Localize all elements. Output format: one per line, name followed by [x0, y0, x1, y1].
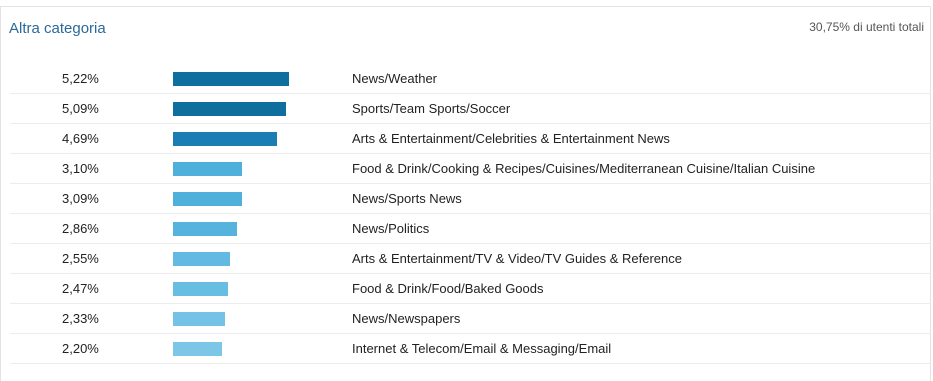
- bar: [173, 72, 289, 86]
- category-label: Internet & Telecom/Email & Messaging/Ema…: [352, 341, 612, 356]
- table-row: 5,09% Sports/Team Sports/Soccer: [10, 94, 931, 124]
- bar-track: [173, 102, 323, 116]
- category-label: News/Newspapers: [352, 311, 461, 326]
- total-users-label: 30,75% di utenti totali: [809, 20, 924, 34]
- value-label: 2,20%: [62, 341, 99, 356]
- table-row: 2,86% News/Politics: [10, 214, 931, 244]
- card-title: Altra categoria: [9, 20, 106, 37]
- category-label: News/Politics: [352, 221, 430, 236]
- category-label: Food & Drink/Cooking & Recipes/Cuisines/…: [352, 161, 816, 176]
- bar: [173, 222, 237, 236]
- bar-track: [173, 252, 323, 266]
- bar: [173, 312, 225, 326]
- bar: [173, 342, 222, 356]
- value-label: 2,47%: [62, 281, 99, 296]
- value-label: 4,69%: [62, 131, 99, 146]
- table-row: 3,10% Food & Drink/Cooking & Recipes/Cuis…: [10, 154, 931, 184]
- bar: [173, 192, 242, 206]
- bar-track: [173, 192, 323, 206]
- bar-track: [173, 342, 323, 356]
- value-label: 3,09%: [62, 191, 99, 206]
- value-label: 2,33%: [62, 311, 99, 326]
- bar-track: [173, 162, 323, 176]
- bar: [173, 282, 228, 296]
- bar: [173, 132, 277, 146]
- value-label: 5,09%: [62, 101, 99, 116]
- table-row: 2,20% Internet & Telecom/Email & Messagin…: [10, 334, 931, 364]
- table-row: 5,22% News/Weather: [10, 64, 931, 94]
- bar-track: [173, 222, 323, 236]
- bar-track: [173, 72, 323, 86]
- value-label: 2,86%: [62, 221, 99, 236]
- category-label: News/Sports News: [352, 191, 462, 206]
- table-row: 4,69% Arts & Entertainment/Celebrities & …: [10, 124, 931, 154]
- bar: [173, 252, 230, 266]
- value-label: 2,55%: [62, 251, 99, 266]
- bar-track: [173, 312, 323, 326]
- value-label: 3,10%: [62, 161, 99, 176]
- bar-track: [173, 132, 323, 146]
- bar-track: [173, 282, 323, 296]
- category-label: Arts & Entertainment/Celebrities & Enter…: [352, 131, 670, 146]
- category-card: Altra categoria 30,75% di utenti totali …: [0, 6, 931, 381]
- category-label: News/Weather: [352, 71, 438, 86]
- category-label: Arts & Entertainment/TV & Video/TV Guide…: [352, 251, 682, 266]
- category-label: Food & Drink/Food/Baked Goods: [352, 281, 544, 296]
- bar: [173, 162, 242, 176]
- category-label: Sports/Team Sports/Soccer: [352, 101, 511, 116]
- value-label: 5,22%: [62, 71, 99, 86]
- table-row: 2,55% Arts & Entertainment/TV & Video/TV …: [10, 244, 931, 274]
- bar: [173, 102, 286, 116]
- table-row: 2,47% Food & Drink/Food/Baked Goods: [10, 274, 931, 304]
- category-bar-chart: 5,22% News/Weather 5,09% Sports/Team Sports…: [10, 64, 931, 364]
- table-row: 3,09% News/Sports News: [10, 184, 931, 214]
- table-row: 2,33% News/Newspapers: [10, 304, 931, 334]
